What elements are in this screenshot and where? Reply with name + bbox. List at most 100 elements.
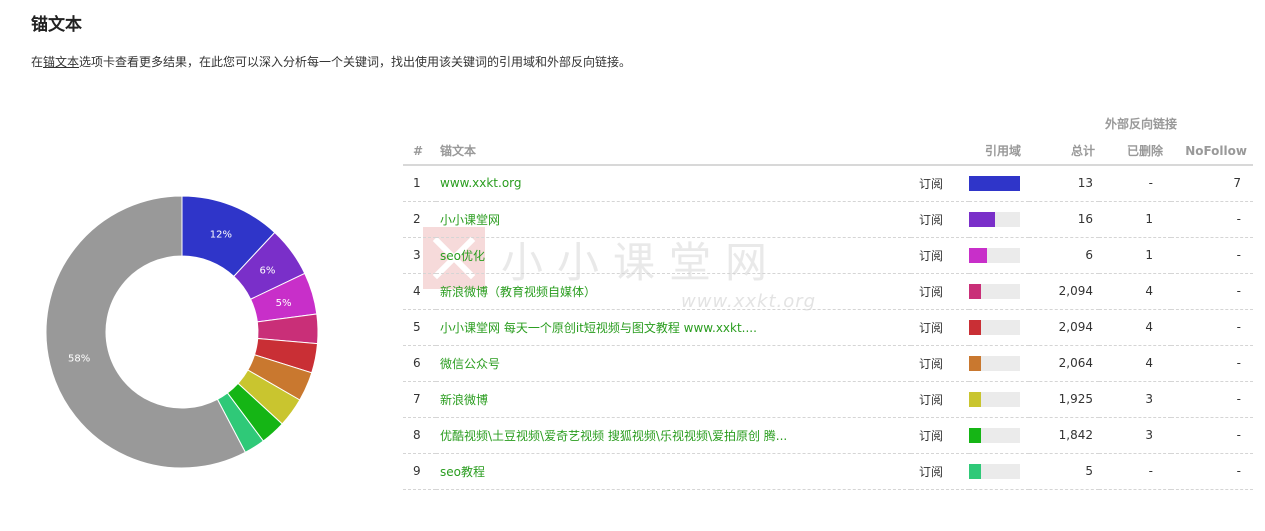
col-nofollow[interactable]: NoFollow bbox=[1171, 137, 1253, 166]
row-nofollow: - bbox=[1171, 381, 1253, 418]
row-nofollow: - bbox=[1171, 201, 1253, 238]
refdomain-bar-fill bbox=[969, 175, 1020, 191]
anchor-tab-link[interactable]: 锚文本 bbox=[43, 55, 79, 69]
refdomain-bar bbox=[969, 211, 1020, 227]
col-deleted[interactable]: 已删除 bbox=[1099, 137, 1171, 166]
row-total: 2,094 bbox=[1029, 309, 1099, 346]
col-anchor[interactable]: 锚文本 bbox=[436, 137, 911, 166]
row-num: 4 bbox=[403, 273, 436, 310]
anchor-link[interactable]: www.xxkt.org bbox=[440, 176, 522, 190]
page-title: 锚文本 bbox=[31, 15, 82, 35]
donut-slice-label: 6% bbox=[260, 265, 276, 276]
refdomain-bar-fill bbox=[969, 283, 982, 299]
row-nofollow: - bbox=[1171, 309, 1253, 346]
row-nofollow: - bbox=[1171, 345, 1253, 382]
row-refdomain-bar-cell bbox=[969, 273, 1029, 310]
refdomain-bar-fill bbox=[969, 463, 982, 479]
row-subscribe-cell: 订阅 bbox=[911, 309, 969, 346]
row-deleted: - bbox=[1099, 453, 1171, 490]
row-num: 8 bbox=[403, 417, 436, 454]
row-num: 2 bbox=[403, 201, 436, 238]
row-total: 2,064 bbox=[1029, 345, 1099, 382]
donut-slice-label: 12% bbox=[210, 229, 232, 240]
refdomain-bar-fill bbox=[969, 211, 995, 227]
refdomain-bar bbox=[969, 427, 1020, 443]
row-subscribe-cell: 订阅 bbox=[911, 273, 969, 310]
row-nofollow: - bbox=[1171, 237, 1253, 274]
subscribe-button[interactable]: 订阅 bbox=[919, 249, 943, 263]
anchor-link[interactable]: 新浪微博（教育视频自媒体） bbox=[440, 285, 596, 299]
row-total: 5 bbox=[1029, 453, 1099, 490]
row-refdomain-bar-cell bbox=[969, 309, 1029, 346]
subscribe-button[interactable]: 订阅 bbox=[919, 429, 943, 443]
anchor-link[interactable]: seo优化 bbox=[440, 249, 485, 263]
row-deleted: 1 bbox=[1099, 201, 1171, 238]
anchor-link[interactable]: 优酷视频\土豆视频\爱奇艺视频 搜狐视频\乐视视频\爱拍原创 腾... bbox=[440, 429, 787, 443]
row-deleted: 3 bbox=[1099, 417, 1171, 454]
row-total: 1,842 bbox=[1029, 417, 1099, 454]
row-subscribe-cell: 订阅 bbox=[911, 417, 969, 454]
table-row: 6 微信公众号 订阅 2,064 4- bbox=[403, 345, 1253, 382]
subscribe-button[interactable]: 订阅 bbox=[919, 285, 943, 299]
subscribe-button[interactable]: 订阅 bbox=[919, 357, 943, 371]
row-total: 13 bbox=[1029, 165, 1099, 202]
row-deleted: 4 bbox=[1099, 345, 1171, 382]
row-total: 16 bbox=[1029, 201, 1099, 238]
subscribe-button[interactable]: 订阅 bbox=[919, 321, 943, 335]
anchor-link[interactable]: 微信公众号 bbox=[440, 357, 500, 371]
row-anchor-cell: 微信公众号 bbox=[436, 345, 911, 382]
row-deleted: - bbox=[1099, 165, 1171, 202]
col-subscribe bbox=[911, 137, 969, 166]
row-refdomain-bar-cell bbox=[969, 237, 1029, 274]
row-num: 3 bbox=[403, 237, 436, 274]
desc-prefix: 在 bbox=[31, 55, 44, 69]
refdomain-bar bbox=[969, 283, 1020, 299]
page-description: 在锚文本选项卡查看更多结果，在此您可以深入分析每一个关键词，找出使用该关键词的引… bbox=[31, 53, 631, 70]
row-num: 9 bbox=[403, 453, 436, 490]
row-nofollow: - bbox=[1171, 273, 1253, 310]
subscribe-button[interactable]: 订阅 bbox=[919, 465, 943, 479]
anchor-link[interactable]: 小小课堂网 bbox=[440, 213, 500, 227]
table-row: 8 优酷视频\土豆视频\爱奇艺视频 搜狐视频\乐视视频\爱拍原创 腾... 订阅 1,… bbox=[403, 417, 1253, 454]
row-anchor-cell: 小小课堂网 bbox=[436, 201, 911, 238]
row-total: 6 bbox=[1029, 237, 1099, 274]
col-refdomains[interactable]: 引用域 bbox=[969, 137, 1029, 166]
col-total[interactable]: 总计 bbox=[1029, 137, 1099, 166]
row-refdomain-bar-cell bbox=[969, 201, 1029, 238]
anchor-table: # 锚文本 引用域 总计 已删除 NoFollow 1 www.xxkt.org 订… bbox=[403, 137, 1253, 490]
refdomain-bar bbox=[969, 355, 1020, 371]
row-anchor-cell: seo教程 bbox=[436, 453, 911, 490]
subscribe-button[interactable]: 订阅 bbox=[919, 177, 943, 191]
anchor-link[interactable]: seo教程 bbox=[440, 465, 485, 479]
row-anchor-cell: www.xxkt.org bbox=[436, 165, 911, 202]
row-refdomain-bar-cell bbox=[969, 453, 1029, 490]
donut-slice-label: 58% bbox=[68, 353, 90, 364]
table-row: 4 新浪微博（教育视频自媒体） 订阅 2,094 4- bbox=[403, 273, 1253, 310]
table-row: 9 seo教程 订阅 5- - bbox=[403, 453, 1253, 490]
row-deleted: 3 bbox=[1099, 381, 1171, 418]
refdomain-bar bbox=[969, 247, 1020, 263]
refdomain-bar bbox=[969, 175, 1020, 191]
subscribe-button[interactable]: 订阅 bbox=[919, 213, 943, 227]
row-anchor-cell: 新浪微博 bbox=[436, 381, 911, 418]
table-row: 7 新浪微博 订阅 1,925 3- bbox=[403, 381, 1253, 418]
anchor-link[interactable]: 新浪微博 bbox=[440, 393, 488, 407]
anchor-link[interactable]: 小小课堂网 每天一个原创it短视频与图文教程 www.xxkt.... bbox=[440, 321, 757, 335]
row-deleted: 1 bbox=[1099, 237, 1171, 274]
refdomain-bar-fill bbox=[969, 319, 982, 335]
row-refdomain-bar-cell bbox=[969, 417, 1029, 454]
table-row: 5 小小课堂网 每天一个原创it短视频与图文教程 www.xxkt.... 订阅 2,… bbox=[403, 309, 1253, 346]
row-anchor-cell: 优酷视频\土豆视频\爱奇艺视频 搜狐视频\乐视视频\爱拍原创 腾... bbox=[436, 417, 911, 454]
refdomain-bar-fill bbox=[969, 355, 982, 371]
row-num: 1 bbox=[403, 165, 436, 202]
refdomain-bar bbox=[969, 391, 1020, 407]
row-refdomain-bar-cell bbox=[969, 345, 1029, 382]
anchor-donut-chart: 12% 6% 5% 58% bbox=[45, 195, 319, 469]
row-anchor-cell: 新浪微博（教育视频自媒体） bbox=[436, 273, 911, 310]
row-num: 7 bbox=[403, 381, 436, 418]
subscribe-button[interactable]: 订阅 bbox=[919, 393, 943, 407]
row-num: 5 bbox=[403, 309, 436, 346]
col-num: # bbox=[403, 137, 436, 166]
row-nofollow: - bbox=[1171, 453, 1253, 490]
row-total: 1,925 bbox=[1029, 381, 1099, 418]
